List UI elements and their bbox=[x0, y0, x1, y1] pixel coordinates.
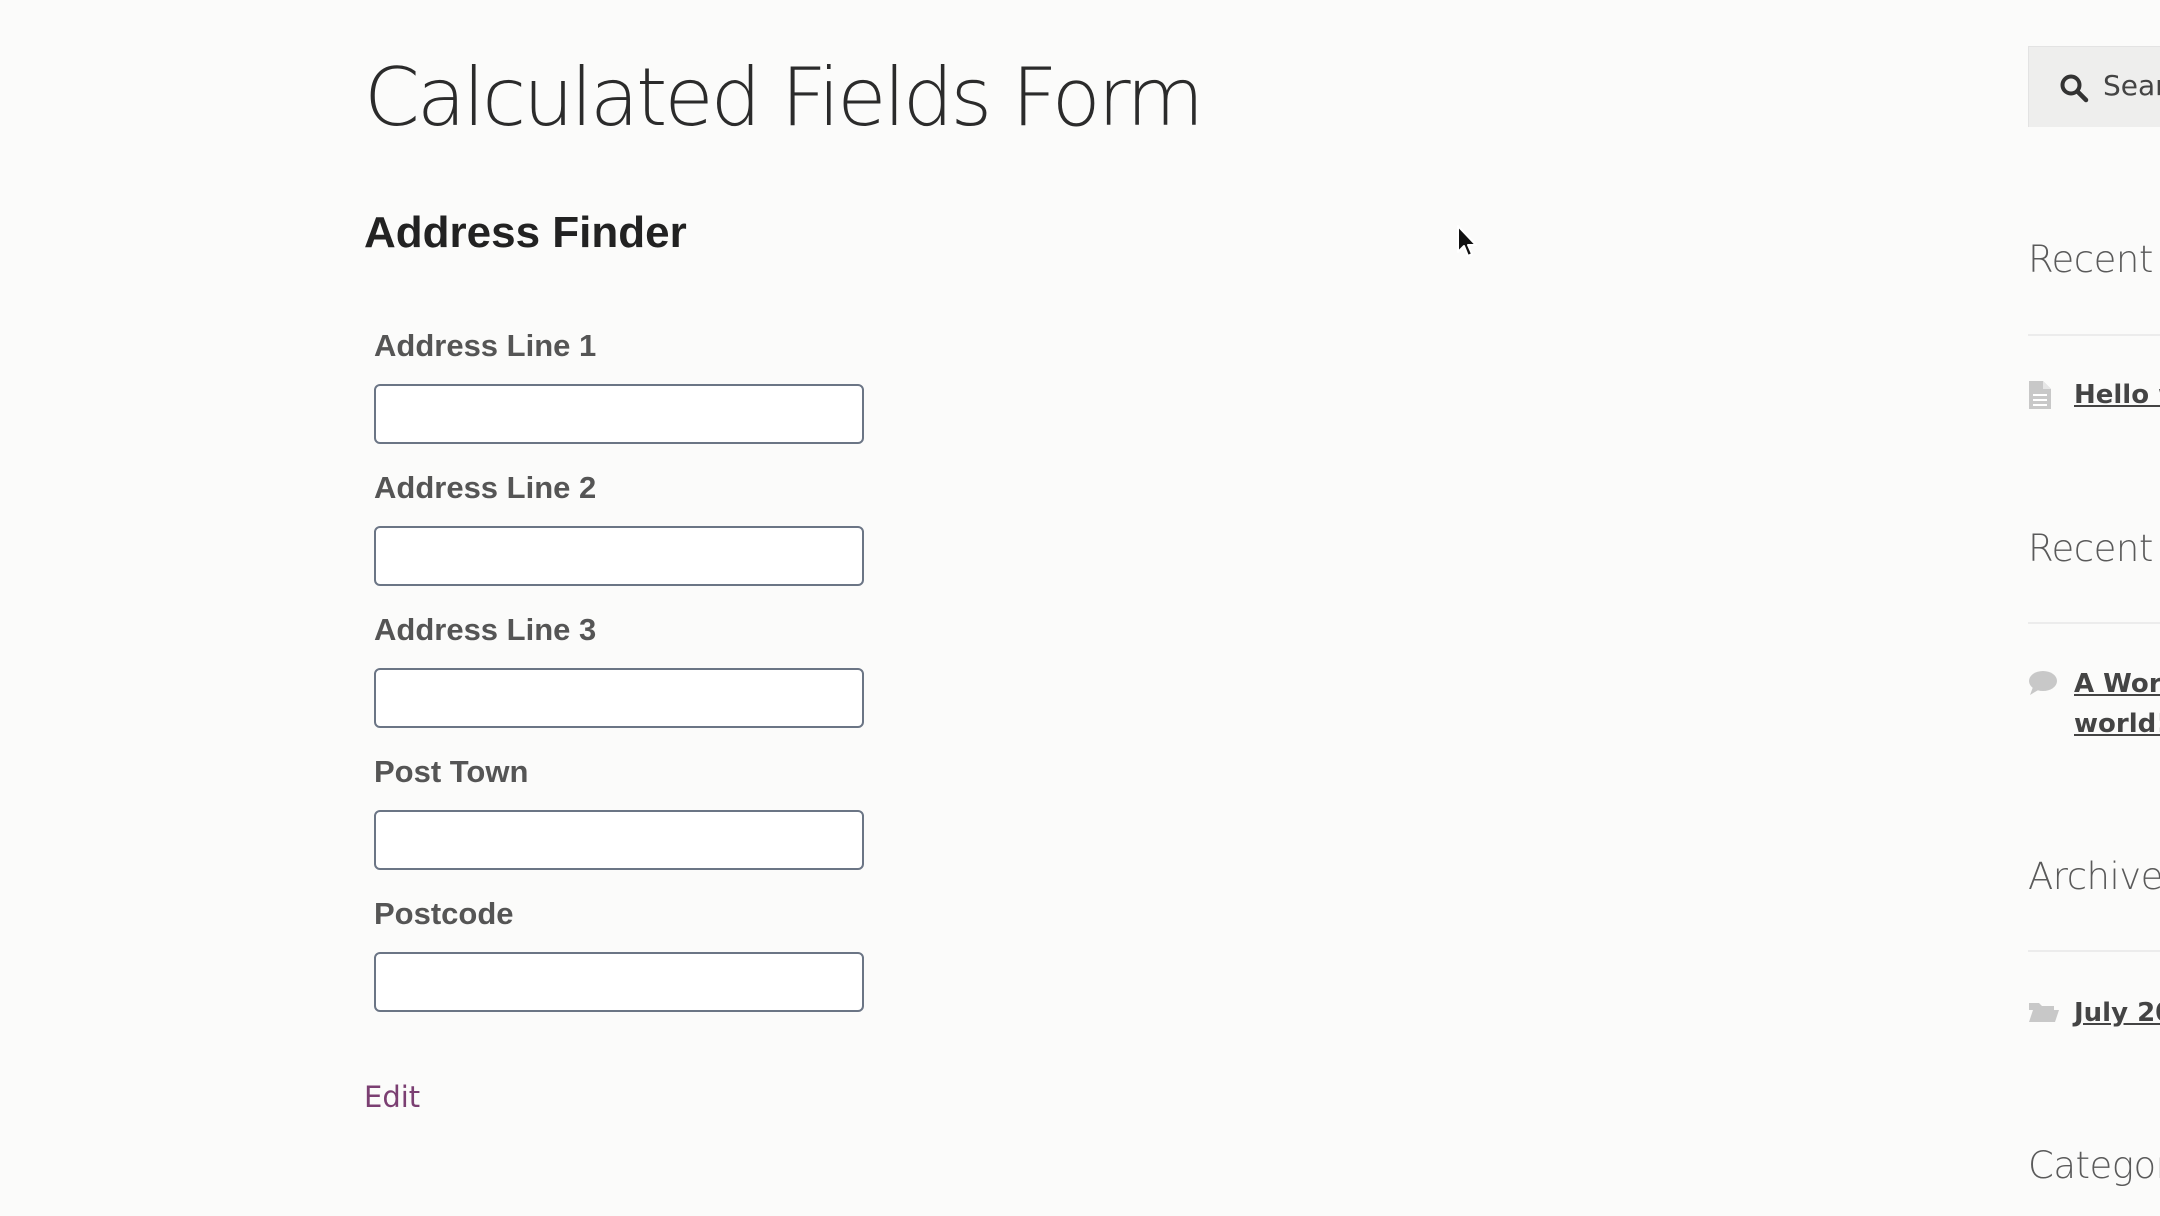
address-line-1-field: Address Line 1 bbox=[374, 328, 864, 444]
postcode-field: Postcode bbox=[374, 896, 864, 1012]
address-line-2-input[interactable] bbox=[374, 526, 864, 586]
comment-icon bbox=[2029, 671, 2057, 695]
archives-divider bbox=[2028, 950, 2160, 952]
recent-posts-divider bbox=[2028, 334, 2160, 336]
postcode-input[interactable] bbox=[374, 952, 864, 1012]
categories-title: Categori bbox=[2028, 1144, 2160, 1187]
post-town-field: Post Town bbox=[374, 754, 864, 870]
archives-title: Archives bbox=[2028, 855, 2160, 898]
post-town-label: Post Town bbox=[374, 754, 529, 789]
recent-comment-link-line2[interactable]: world! bbox=[2074, 704, 2160, 744]
document-icon bbox=[2029, 381, 2051, 409]
post-town-input[interactable] bbox=[374, 810, 864, 870]
mouse-cursor-icon bbox=[1457, 225, 1477, 257]
form-title: Address Finder bbox=[364, 208, 687, 257]
address-line-1-input[interactable] bbox=[374, 384, 864, 444]
address-line-2-field: Address Line 2 bbox=[374, 470, 864, 586]
recent-comments-title: Recent C bbox=[2028, 527, 2160, 570]
search-placeholder: Searc bbox=[2103, 69, 2160, 102]
page: Calculated Fields Form Address Finder Ad… bbox=[0, 0, 2160, 1216]
address-line-3-input[interactable] bbox=[374, 668, 864, 728]
recent-post-link[interactable]: Hello w bbox=[2074, 375, 2160, 415]
search-icon bbox=[2060, 74, 2089, 103]
sidebar: Searc Recent P Hello w Recent C A Word w… bbox=[2028, 0, 2160, 1216]
folder-icon bbox=[2029, 1003, 2059, 1022]
page-title: Calculated Fields Form bbox=[364, 51, 1204, 144]
archive-link[interactable]: July 20 bbox=[2074, 993, 2160, 1033]
address-line-2-label: Address Line 2 bbox=[374, 470, 597, 505]
edit-link[interactable]: Edit bbox=[364, 1080, 420, 1114]
recent-posts-title: Recent P bbox=[2028, 238, 2160, 281]
recent-comment-link-line1[interactable]: A Word bbox=[2074, 664, 2160, 704]
recent-comments-divider bbox=[2028, 622, 2160, 624]
address-line-1-label: Address Line 1 bbox=[374, 328, 597, 363]
address-line-3-label: Address Line 3 bbox=[374, 612, 597, 647]
address-line-3-field: Address Line 3 bbox=[374, 612, 864, 728]
postcode-label: Postcode bbox=[374, 896, 514, 931]
search-field[interactable]: Searc bbox=[2028, 46, 2160, 127]
